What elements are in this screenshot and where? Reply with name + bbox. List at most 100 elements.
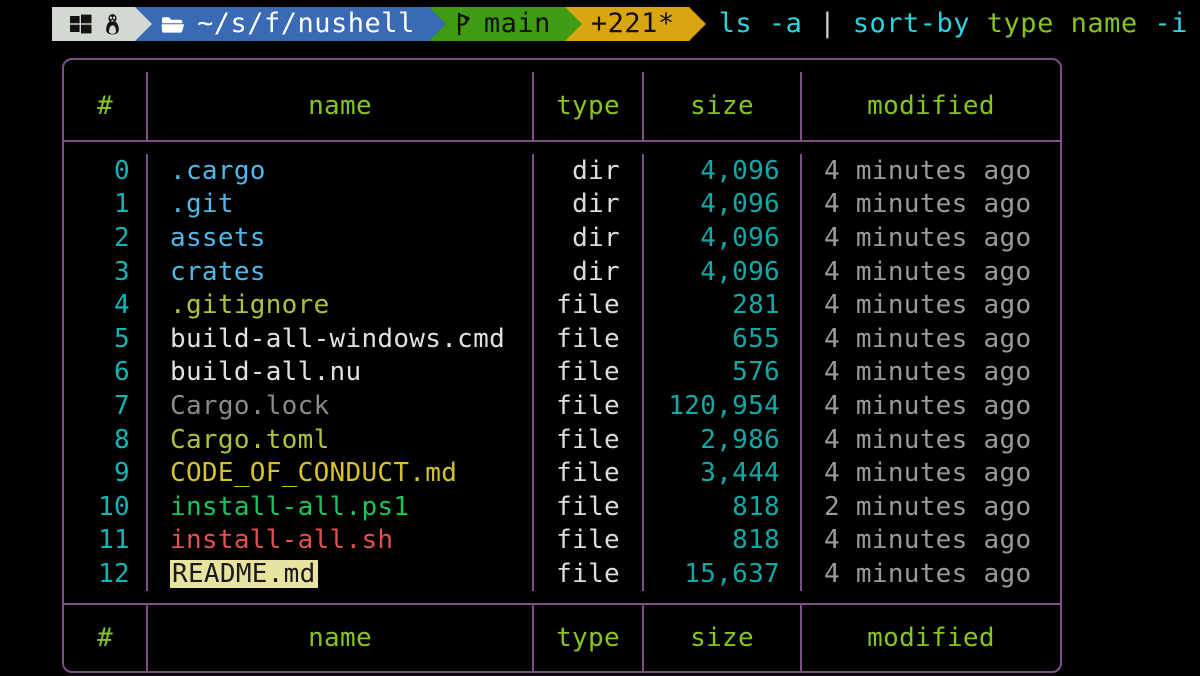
footer-cell-index: #: [64, 605, 148, 671]
cell-type: dir: [534, 221, 644, 255]
footer-cell-name: name: [148, 605, 534, 671]
cell-type: dir: [534, 255, 644, 289]
table-row[interactable]: 1.gitdir4,0964 minutes ago: [64, 188, 1060, 222]
cell-type: file: [534, 288, 644, 322]
table-row[interactable]: 12README.mdfile15,6374 minutes ago: [64, 557, 1060, 591]
table-row[interactable]: 11 install-all.sh file8184 minutes ago: [64, 524, 1060, 558]
cell-size: 15,637: [644, 557, 802, 591]
header-cell-size: size: [644, 72, 802, 140]
prompt-path-segment: ~/s/f/nushell: [135, 7, 429, 41]
table-row[interactable]: 8Cargo.tomlfile2,9864 minutes ago: [64, 423, 1060, 457]
cell-index: 10: [64, 490, 148, 524]
cell-type: file: [534, 524, 644, 558]
cell-name[interactable]: build-all-windows.cmd: [148, 322, 534, 356]
header-cell-type: type: [534, 72, 644, 140]
git-branch-icon: [455, 11, 472, 37]
cell-type: dir: [534, 154, 644, 188]
table-top-padding: [64, 60, 1060, 72]
cell-type: file: [534, 356, 644, 390]
cell-index: 2: [64, 221, 148, 255]
footer-cell-modified: modified: [802, 605, 1060, 671]
table-row[interactable]: 10install-all.ps1file8182 minutes ago: [64, 490, 1060, 524]
prompt-branch-segment: main: [429, 7, 565, 41]
table-row[interactable]: 2assetsdir4,0964 minutes ago: [64, 221, 1060, 255]
cell-name[interactable]: .cargo: [148, 154, 534, 188]
table-row[interactable]: 0.cargodir4,0964 minutes ago: [64, 154, 1060, 188]
prompt-os-segment: [52, 7, 135, 41]
command-input[interactable]: ls -a | sort-by type name -i: [719, 0, 1188, 48]
file-name-text: CODE_OF_CONDUCT.md: [170, 460, 457, 486]
cell-index: 3: [64, 255, 148, 289]
command-token-flag-2: -a: [769, 0, 803, 48]
cell-modified: 4 minutes ago: [802, 389, 1060, 423]
table-row[interactable]: 4.gitignorefile2814 minutes ago: [64, 288, 1060, 322]
file-name-text: assets: [170, 225, 266, 251]
cell-name[interactable]: Cargo.toml: [148, 423, 534, 457]
table-row[interactable]: 3cratesdir4,0964 minutes ago: [64, 255, 1060, 289]
cell-name[interactable]: install-all.ps1: [148, 490, 534, 524]
cell-modified: 4 minutes ago: [802, 524, 1060, 558]
command-token-cmd-6: sort-by: [853, 0, 970, 48]
cell-modified: 4 minutes ago: [802, 322, 1060, 356]
cell-type: file: [534, 557, 644, 591]
cell-index: 8: [64, 423, 148, 457]
cell-index: 9: [64, 456, 148, 490]
cell-size: 576: [644, 356, 802, 390]
cell-name[interactable]: Cargo.lock: [148, 389, 534, 423]
file-name-text: install-all.ps1: [170, 494, 409, 520]
command-space: [836, 0, 853, 48]
table-body-top-padding: [64, 142, 1060, 154]
footer-cell-size: size: [644, 605, 802, 671]
cell-name[interactable]: assets: [148, 221, 534, 255]
prompt-status-label: +221*: [591, 0, 675, 48]
file-name-text: .git: [170, 191, 234, 217]
cell-size: 818: [644, 524, 802, 558]
cell-type: file: [534, 423, 644, 457]
table-header-row: # name type size modified: [64, 72, 1060, 140]
cell-modified: 4 minutes ago: [802, 557, 1060, 591]
cell-size: 4,096: [644, 154, 802, 188]
table-row[interactable]: 7Cargo.lockfile120,9544 minutes ago: [64, 389, 1060, 423]
cell-index: 11: [64, 524, 148, 558]
prompt-status-segment: +221*: [565, 7, 689, 41]
file-name-text: install-all.sh: [170, 527, 393, 553]
command-token-flag-12: -i: [1154, 0, 1188, 48]
cell-index: 12: [64, 557, 148, 591]
cell-name[interactable]: .gitignore: [148, 288, 534, 322]
cell-size: 4,096: [644, 188, 802, 222]
file-name-text: Cargo.toml: [170, 427, 330, 453]
cell-index: 7: [64, 389, 148, 423]
file-name-text: .cargo: [170, 158, 266, 184]
table-footer-row: # name type size modified: [64, 605, 1060, 671]
cell-size: 281: [644, 288, 802, 322]
cell-index: 4: [64, 288, 148, 322]
cell-name[interactable]: build-all.nu: [148, 356, 534, 390]
header-cell-modified: modified: [802, 72, 1060, 140]
command-space: [752, 0, 769, 48]
table-body-bottom-padding: [64, 591, 1060, 603]
cell-modified: 4 minutes ago: [802, 456, 1060, 490]
cell-type: file: [534, 389, 644, 423]
cell-type: file: [534, 456, 644, 490]
windows-logo-icon: [70, 14, 92, 34]
table-row[interactable]: 5build-all-windows.cmdfile6554 minutes a…: [64, 322, 1060, 356]
cell-name[interactable]: CODE_OF_CONDUCT.md: [148, 456, 534, 490]
cell-modified: 4 minutes ago: [802, 288, 1060, 322]
command-space: [1054, 0, 1071, 48]
footer-cell-type: type: [534, 605, 644, 671]
cell-name[interactable]: README.md: [148, 557, 534, 591]
cell-name[interactable]: .git: [148, 188, 534, 222]
table-row[interactable]: 9CODE_OF_CONDUCT.mdfile3,4444 minutes ag…: [64, 456, 1060, 490]
cell-size: 2,986: [644, 423, 802, 457]
cell-name[interactable]: install-all.sh: [148, 524, 534, 558]
command-token-col-10: name: [1071, 0, 1138, 48]
shell-prompt-line: ~/s/f/nushell main +221* ls -a | sort-by…: [0, 0, 1188, 48]
cell-modified: 4 minutes ago: [802, 154, 1060, 188]
table-row[interactable]: 6build-all.nufile5764 minutes ago: [64, 356, 1060, 390]
cell-index: 1: [64, 188, 148, 222]
cell-type: file: [534, 322, 644, 356]
terminal-window: ~/s/f/nushell main +221* ls -a | sort-by…: [0, 0, 1200, 676]
file-name-text: build-all.nu: [170, 359, 361, 385]
cell-name[interactable]: crates: [148, 255, 534, 289]
header-cell-name: name: [148, 72, 534, 140]
